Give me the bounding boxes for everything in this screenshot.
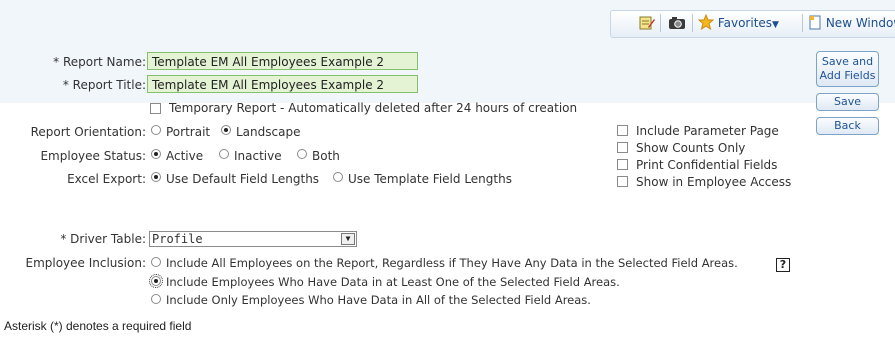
- orientation-portrait-label: Portrait: [166, 125, 211, 139]
- inclusion-all-employees-radio[interactable]: [151, 257, 161, 267]
- excel-template-lengths-label: Use Template Field Lengths: [348, 172, 512, 186]
- save-add-fields-line2: Add Fields: [819, 69, 876, 82]
- edit-notes-icon[interactable]: [639, 15, 655, 34]
- save-add-fields-line1: Save and: [821, 55, 874, 68]
- excel-template-lengths-radio[interactable]: [333, 172, 343, 182]
- chevron-down-icon[interactable]: ▼: [341, 233, 355, 245]
- report-name-label: * Report Name:: [53, 55, 146, 69]
- inclusion-all-employees-label: Include All Employees on the Report, Reg…: [166, 256, 738, 270]
- report-title-label: * Report Title:: [62, 78, 146, 92]
- back-button[interactable]: Back: [816, 117, 879, 135]
- inclusion-all-areas-label: Include Only Employees Who Have Data in …: [166, 293, 591, 307]
- excel-default-lengths-label: Use Default Field Lengths: [166, 172, 320, 186]
- driver-table-value: Profile: [152, 232, 203, 246]
- status-active-radio[interactable]: [151, 149, 161, 159]
- inclusion-at-least-one-radio[interactable]: [149, 274, 163, 288]
- save-button[interactable]: Save: [816, 93, 879, 111]
- inclusion-all-areas-radio[interactable]: [151, 294, 161, 304]
- report-name-input[interactable]: Template EM All Employees Example 2: [147, 52, 418, 70]
- include-parameter-page-checkbox[interactable]: [617, 125, 628, 136]
- star-icon: [697, 13, 715, 31]
- inclusion-at-least-one-label: Include Employees Who Have Data in at Le…: [166, 275, 620, 289]
- excel-default-lengths-radio[interactable]: [151, 172, 161, 182]
- required-field-note: Asterisk (*) denotes a required field: [4, 319, 192, 333]
- status-inactive-radio[interactable]: [219, 149, 229, 159]
- print-confidential-fields-checkbox[interactable]: [617, 159, 628, 170]
- show-counts-only-label: Show Counts Only: [636, 141, 746, 155]
- excel-export-label: Excel Export:: [67, 172, 146, 186]
- new-window-label: New Window: [825, 16, 895, 30]
- chevron-down-icon: ▼: [772, 20, 779, 30]
- report-title-input[interactable]: Template EM All Employees Example 2: [147, 75, 418, 93]
- toolbar-separator: [802, 14, 803, 32]
- show-counts-only-checkbox[interactable]: [617, 142, 628, 153]
- status-both-label: Both: [312, 149, 340, 163]
- status-both-radio[interactable]: [297, 149, 307, 159]
- new-window-button[interactable]: New Window: [808, 14, 895, 30]
- favorites-menu[interactable]: Favorites▼: [697, 13, 779, 31]
- include-parameter-page-label: Include Parameter Page: [636, 124, 779, 138]
- toolbar-separator: [692, 14, 693, 32]
- report-orientation-label: Report Orientation:: [30, 125, 146, 139]
- orientation-landscape-label: Landscape: [236, 125, 301, 139]
- temporary-report-checkbox[interactable]: [150, 103, 161, 114]
- show-in-employee-access-checkbox[interactable]: [617, 176, 628, 187]
- orientation-landscape-radio[interactable]: [221, 125, 231, 135]
- camera-icon[interactable]: [668, 15, 686, 34]
- status-active-label: Active: [166, 149, 204, 163]
- employee-status-label: Employee Status:: [40, 149, 146, 163]
- favorites-label: Favorites: [717, 16, 773, 30]
- orientation-portrait-radio[interactable]: [151, 125, 161, 135]
- employee-inclusion-label: Employee Inclusion:: [25, 256, 146, 270]
- help-icon[interactable]: ?: [776, 258, 790, 272]
- driver-table-select[interactable]: Profile ▼: [149, 231, 357, 247]
- print-confidential-fields-label: Print Confidential Fields: [636, 158, 778, 172]
- status-inactive-label: Inactive: [234, 149, 282, 163]
- toolbar-separator: [660, 14, 661, 32]
- show-in-employee-access-label: Show in Employee Access: [636, 175, 792, 189]
- new-window-icon: [809, 15, 821, 30]
- driver-table-label: * Driver Table:: [60, 232, 146, 246]
- save-and-add-fields-button[interactable]: Save and Add Fields: [816, 51, 879, 87]
- temporary-report-label: Temporary Report - Automatically deleted…: [169, 101, 578, 115]
